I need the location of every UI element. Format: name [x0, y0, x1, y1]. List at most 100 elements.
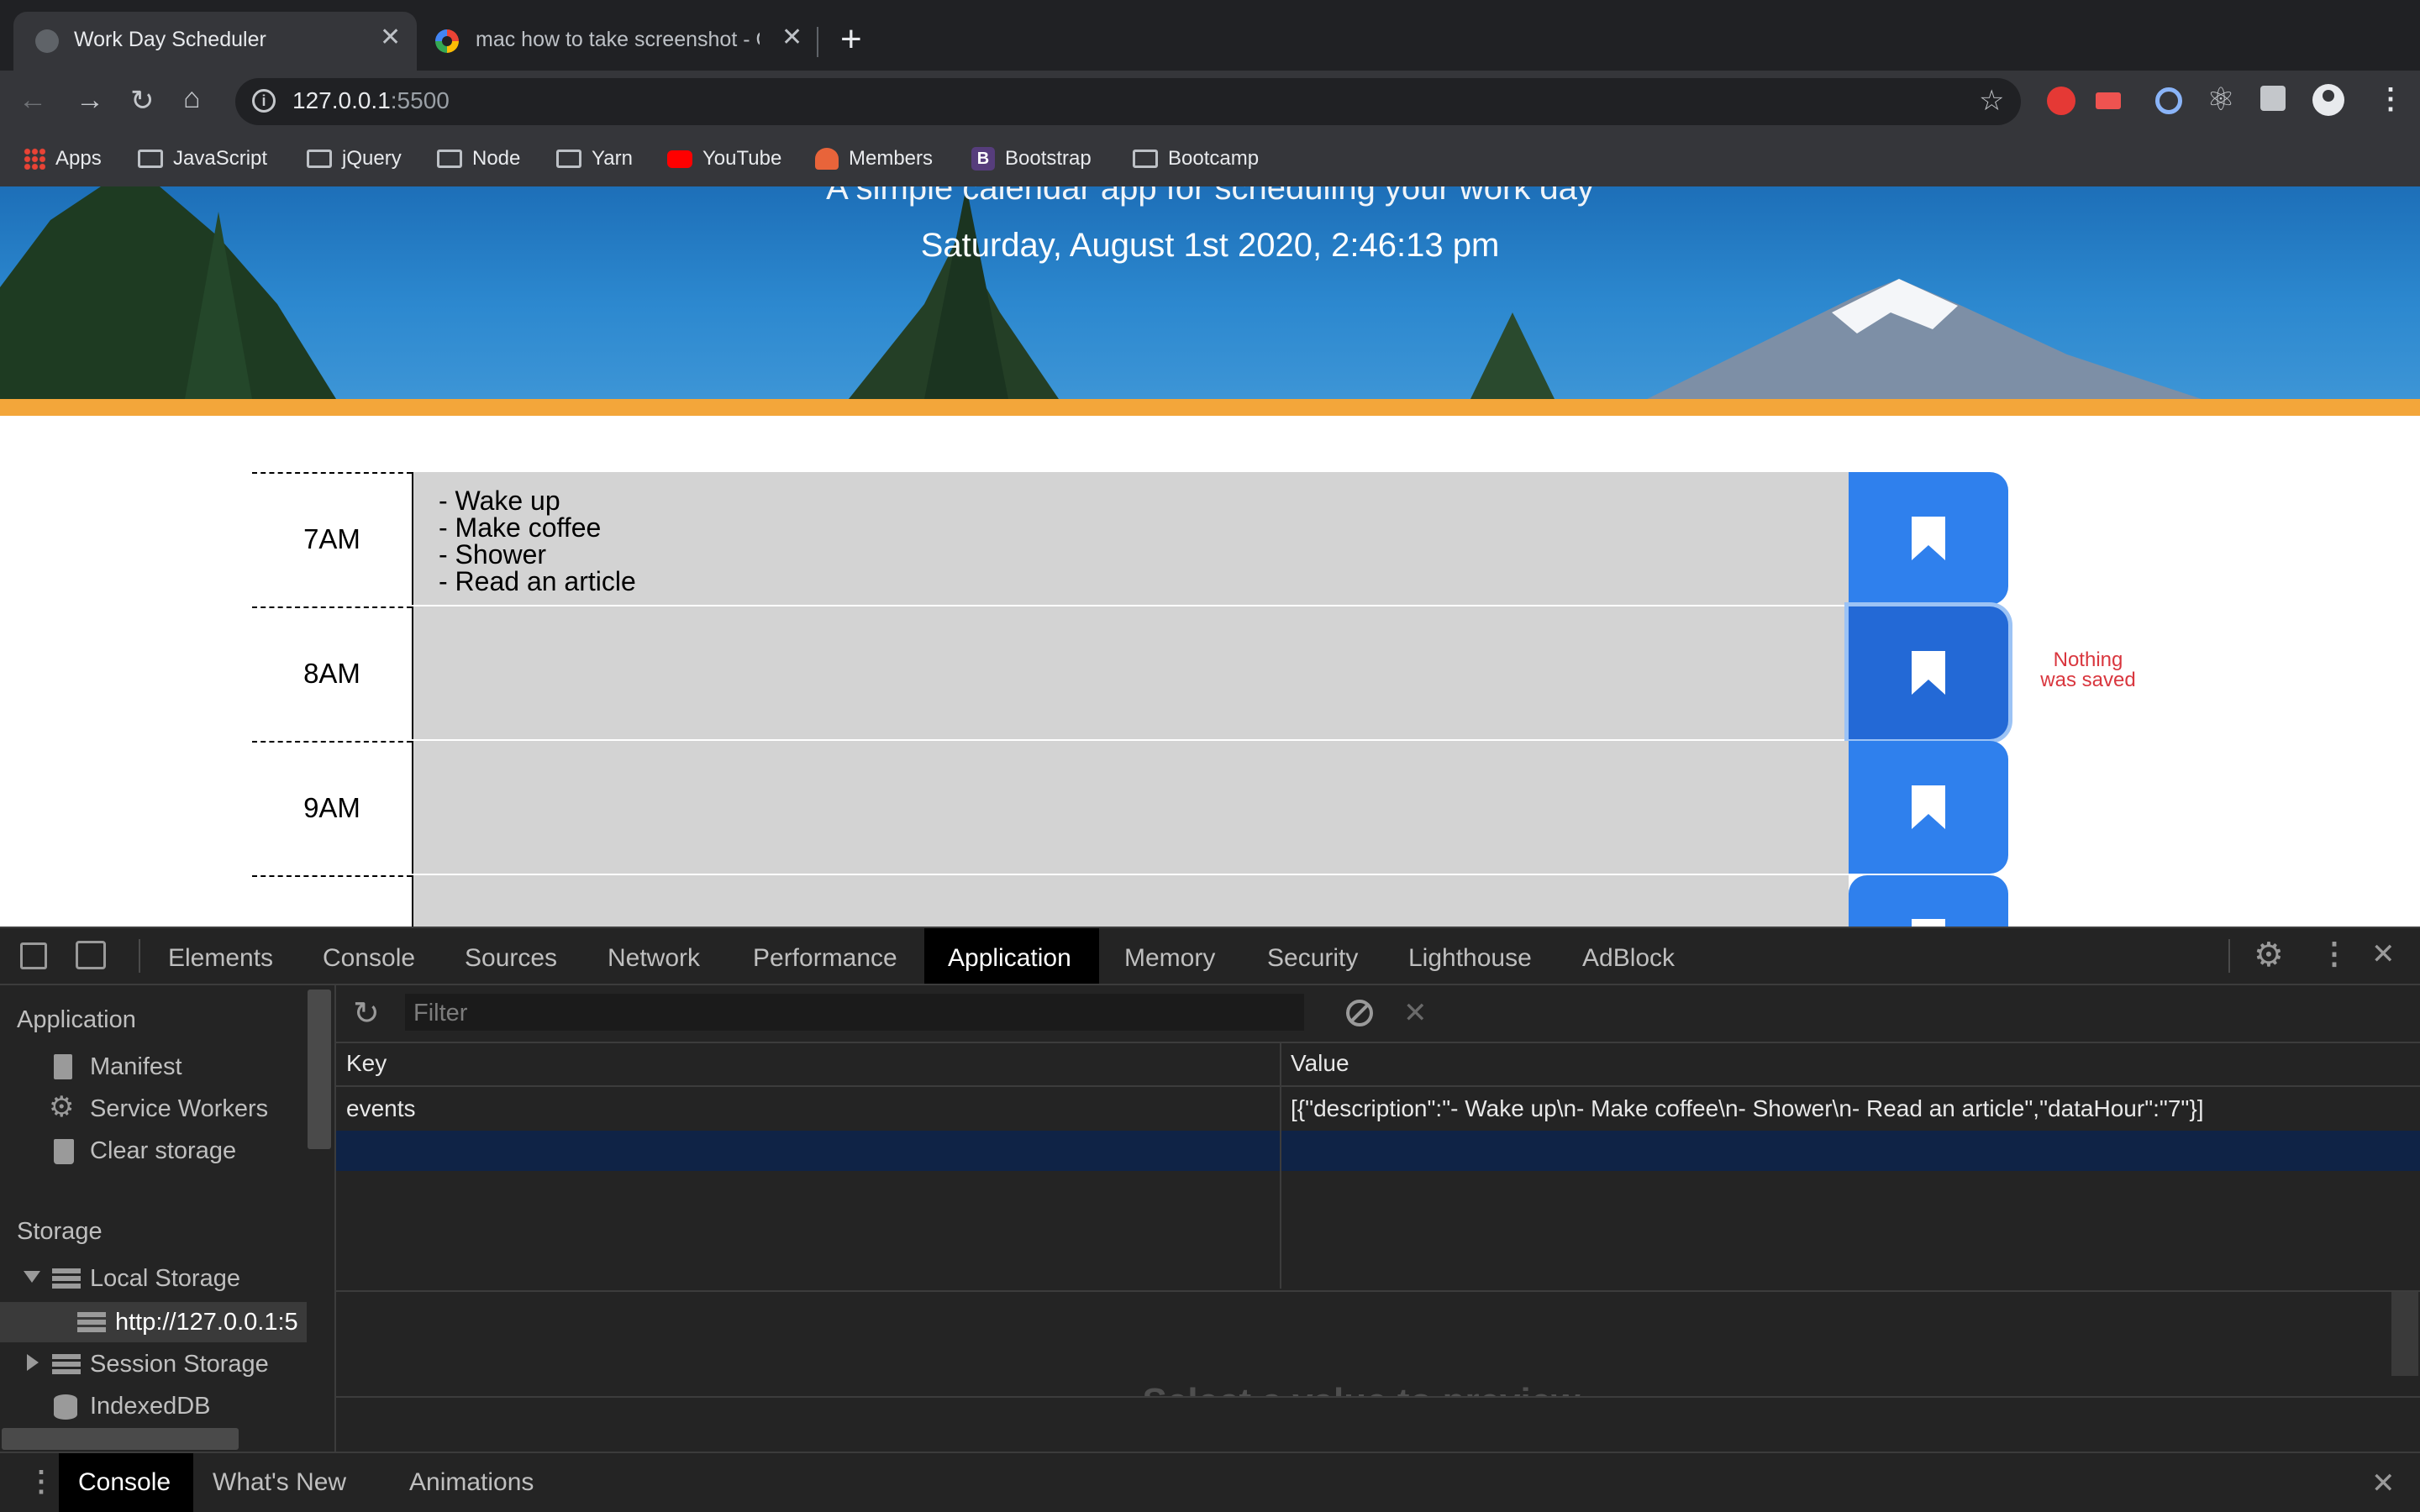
- preview-pane: Select a value to preview: [336, 1290, 2386, 1396]
- drawer-top-border: [0, 1452, 2420, 1453]
- bookmark-javascript[interactable]: JavaScript: [138, 144, 267, 173]
- devtools-tab-security[interactable]: Security: [1267, 944, 1358, 973]
- bookmark-apps[interactable]: Apps: [24, 144, 102, 173]
- new-tab-icon[interactable]: +: [840, 18, 862, 60]
- settings-gear-icon[interactable]: ⚙: [2254, 936, 2284, 974]
- devtools-tab-lighthouse[interactable]: Lighthouse: [1408, 944, 1532, 973]
- sidebar-horizontal-scrollbar[interactable]: [2, 1428, 239, 1450]
- save-status-line: was saved: [2040, 669, 2136, 691]
- event-line: - Shower: [439, 539, 547, 570]
- manifest-file-icon: [54, 1054, 72, 1079]
- folder-icon: [138, 150, 163, 168]
- save-status-line: Nothing: [2053, 648, 2123, 671]
- device-toolbar-icon[interactable]: [76, 941, 106, 969]
- save-status-message: Nothing was saved: [2017, 650, 2160, 690]
- devtools-tab-application[interactable]: Application: [948, 944, 1071, 973]
- devtools-menu-icon[interactable]: ⋮: [2319, 936, 2349, 971]
- sidebar-vertical-scrollbar[interactable]: [308, 990, 331, 1149]
- column-header-key[interactable]: Key: [346, 1050, 387, 1077]
- event-description-9am[interactable]: [412, 741, 1849, 874]
- drawer-tab-console[interactable]: Console: [78, 1468, 171, 1497]
- filter-input[interactable]: Filter: [413, 1000, 467, 1027]
- bookmark-yarn[interactable]: Yarn: [556, 144, 633, 173]
- table-cell-key[interactable]: events: [346, 1095, 416, 1122]
- storage-table-icon: [52, 1267, 81, 1289]
- close-drawer-icon[interactable]: ✕: [2371, 1467, 2396, 1500]
- hour-label-7am: 7AM: [252, 472, 412, 605]
- save-button-next[interactable]: [1849, 875, 2008, 927]
- drawer-tab-animations[interactable]: Animations: [409, 1468, 534, 1497]
- devtools-tab-sources[interactable]: Sources: [465, 944, 557, 973]
- save-button-9am[interactable]: [1849, 741, 2008, 874]
- inspect-element-icon[interactable]: [20, 942, 47, 969]
- header-jumbotron: A simple calendar app for scheduling you…: [0, 186, 2420, 399]
- circle-extension-icon[interactable]: [2155, 87, 2182, 114]
- video-extension-icon[interactable]: [2096, 92, 2121, 109]
- preview-scrollbar[interactable]: [2391, 1292, 2418, 1376]
- event-description-next[interactable]: [412, 875, 1849, 927]
- devtools-tab-network[interactable]: Network: [608, 944, 700, 973]
- event-description-7am[interactable]: - Wake up - Make coffee - Shower - Read …: [412, 472, 1849, 605]
- tab-title: Work Day Scheduler: [74, 28, 266, 51]
- close-devtools-icon[interactable]: ✕: [2371, 937, 2396, 971]
- bookmark-bootcamp[interactable]: Bootcamp: [1133, 144, 1259, 173]
- bookmark-node[interactable]: Node: [437, 144, 520, 173]
- sidebar-item-service-workers[interactable]: Service Workers: [90, 1095, 268, 1123]
- bookmark-icon: [1912, 919, 1945, 927]
- delete-selected-icon[interactable]: ✕: [1403, 996, 1428, 1030]
- adblock-extension-icon[interactable]: [2047, 87, 2075, 115]
- back-icon[interactable]: ←: [18, 84, 47, 117]
- bookmark-members[interactable]: Members: [815, 144, 933, 173]
- star-icon[interactable]: ☆: [1979, 84, 2004, 118]
- expand-triangle-icon[interactable]: [24, 1271, 40, 1283]
- sidebar-item-manifest[interactable]: Manifest: [90, 1053, 182, 1081]
- event-line: - Wake up: [439, 486, 560, 516]
- event-description-8am[interactable]: [412, 606, 1849, 739]
- devtools-tab-console[interactable]: Console: [323, 944, 415, 973]
- menu-kebab-icon[interactable]: ⋮: [2376, 82, 2405, 116]
- close-icon[interactable]: ✕: [781, 23, 802, 52]
- header-divider: [0, 399, 2420, 416]
- collapse-triangle-icon[interactable]: [27, 1354, 39, 1371]
- sidebar-item-session-storage[interactable]: Session Storage: [90, 1351, 269, 1378]
- column-header-value[interactable]: Value: [1291, 1050, 1349, 1077]
- sidebar-header-application: Application: [17, 1006, 136, 1033]
- bookmark-youtube[interactable]: YouTube: [667, 144, 781, 173]
- bookmark-label: Members: [849, 147, 934, 170]
- devtools-tab-elements[interactable]: Elements: [168, 944, 273, 973]
- address-bar[interactable]: [235, 78, 2021, 125]
- sidebar-item-clear-storage[interactable]: Clear storage: [90, 1137, 236, 1165]
- info-icon[interactable]: i: [252, 89, 276, 113]
- home-icon[interactable]: ⌂: [183, 82, 201, 115]
- bootstrap-icon: B: [971, 147, 995, 171]
- devtools-tab-memory[interactable]: Memory: [1124, 944, 1215, 973]
- forward-icon[interactable]: →: [76, 84, 104, 117]
- table-cell-value[interactable]: [{"description":"- Wake up\n- Make coffe…: [1291, 1095, 2408, 1122]
- puzzle-extensions-icon[interactable]: [2260, 86, 2286, 111]
- refresh-icon[interactable]: ↻: [353, 995, 380, 1032]
- sidebar-item-indexeddb[interactable]: IndexedDB: [90, 1393, 211, 1420]
- globe-icon: [35, 29, 59, 53]
- sidebar-item-local-storage[interactable]: Local Storage: [90, 1265, 240, 1293]
- url-text[interactable]: 127.0.0.1:5500: [292, 87, 450, 114]
- save-button-7am[interactable]: [1849, 472, 2008, 605]
- save-button-8am[interactable]: [1849, 606, 2008, 739]
- event-line: - Read an article: [439, 566, 636, 596]
- react-devtools-icon[interactable]: ⚛: [2207, 81, 2235, 118]
- devtools-tab-performance[interactable]: Performance: [753, 944, 897, 973]
- filter-input-box[interactable]: [405, 994, 1304, 1031]
- sidebar-item-local-storage-origin[interactable]: http://127.0.0.1:5: [115, 1309, 307, 1336]
- bookmark-jquery[interactable]: jQuery: [307, 144, 402, 173]
- devtools-top-border: [0, 927, 2420, 928]
- devtools-tab-adblock[interactable]: AdBlock: [1582, 944, 1675, 973]
- folder-icon: [437, 150, 462, 168]
- close-icon[interactable]: ✕: [380, 23, 401, 52]
- table-row-selected-empty[interactable]: [336, 1131, 2420, 1171]
- bookmark-label: Bootcamp: [1168, 147, 1260, 170]
- drawer-menu-icon[interactable]: ⋮: [27, 1465, 55, 1499]
- bookmark-bootstrap[interactable]: B Bootstrap: [971, 144, 1092, 173]
- reload-icon[interactable]: ↻: [130, 84, 155, 118]
- current-datetime: Saturday, August 1st 2020, 2:46:13 pm: [920, 227, 1500, 264]
- apps-grid-icon: [24, 148, 45, 170]
- drawer-tab-whats-new[interactable]: What's New: [213, 1468, 346, 1497]
